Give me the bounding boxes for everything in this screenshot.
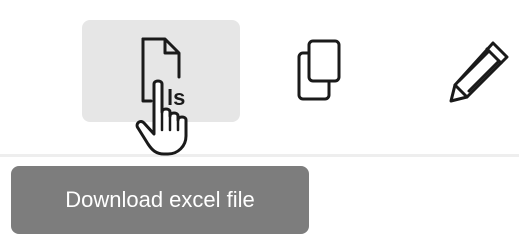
edit-button[interactable]: [400, 20, 519, 122]
hand-pointer-icon: [130, 78, 200, 158]
toolbar-divider: [0, 154, 519, 157]
pencil-icon: [443, 35, 515, 107]
copy-button[interactable]: [240, 20, 398, 122]
copy-icon: [287, 35, 351, 107]
tooltip: Download excel file: [11, 166, 309, 234]
toolbar: ls: [0, 0, 519, 154]
